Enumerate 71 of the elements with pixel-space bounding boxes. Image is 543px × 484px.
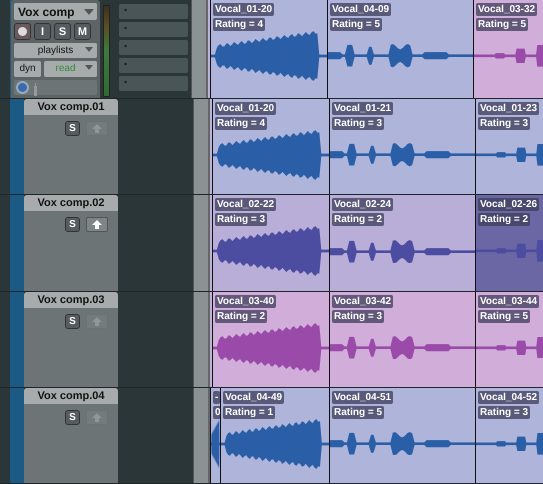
audio-clip[interactable]: Vocal_02-22 Rating = 3 [212, 195, 329, 290]
clip-rating: Rating = 5 [332, 406, 384, 419]
clip-name: Vocal_01-23 [478, 102, 540, 115]
audio-clip[interactable]: Vocal_04-49 Rating = 1 [220, 388, 329, 483]
track-name[interactable]: Vox comp [14, 4, 84, 19]
track-name-field[interactable]: Vox comp [14, 3, 97, 20]
audio-clip[interactable]: Vocal_01-20 Rating = 4 [212, 99, 329, 194]
input-button[interactable]: I [34, 23, 51, 40]
clip-name: Vocal_02-22 [215, 198, 276, 212]
audio-clip[interactable]: Vocal_04-09 Rating = 5 [327, 0, 473, 98]
clip-rating: Rating = 5 [476, 18, 528, 31]
playlist-name[interactable]: Vox comp.04 [24, 388, 118, 404]
clip-rating: Rating = 3 [332, 117, 384, 130]
audio-clip[interactable]: Vocal_02-26 Rating = 2 [475, 195, 543, 290]
record-button[interactable] [14, 23, 31, 40]
clip-rating: Rating = 3 [478, 117, 530, 130]
clip-rating: Rating = 3 [332, 310, 384, 322]
clip-rating: Rating = 5 [330, 18, 382, 31]
clip-name: Vocal_03-42 [332, 294, 394, 308]
audio-clip[interactable]: Vocal_03-42 Rating = 3 [329, 292, 475, 387]
solo-button[interactable]: S [65, 410, 80, 425]
dyn-button[interactable]: dyn [14, 60, 41, 77]
playlist-name[interactable]: Vox comp.01 [24, 99, 118, 115]
solo-button[interactable]: S [65, 217, 80, 232]
clip-name: Vocal_03-44 [478, 294, 540, 308]
clip-name: Vocal_03-32 [476, 3, 538, 16]
up-arrow-icon [92, 124, 102, 133]
clip-name: Vocal_04-51 [332, 390, 394, 404]
clock-icon[interactable] [16, 80, 29, 94]
clip-rating: Rating = 4 [213, 18, 266, 31]
clip-name: Vocal_04-49 [223, 390, 284, 404]
playlist-name[interactable]: Vox comp.02 [24, 195, 118, 212]
clip-name: Vocal_04-52 [478, 390, 540, 404]
audio-clip[interactable]: Vocal_01-20 Rating = 4 [210, 0, 327, 98]
audio-clip[interactable]: Vocal_03-40 Rating = 2 [212, 292, 329, 387]
audio-clip[interactable]: Vocal_04-52 Rating = 3 [475, 388, 543, 483]
mute-button[interactable]: M [74, 23, 91, 40]
clip-rating: Rating = 3 [478, 406, 530, 419]
clip-rating: Rating = 4 [215, 117, 268, 130]
clip-name: - [213, 390, 220, 404]
audio-clip[interactable]: Vocal_01-23 Rating = 3 [475, 99, 543, 194]
audio-clip[interactable]: Vocal_01-21 Rating = 3 [329, 99, 475, 194]
up-arrow-icon [92, 316, 102, 326]
audio-clip[interactable]: Vocal_03-44 Rating = 5 [475, 292, 543, 387]
promote-button[interactable] [86, 217, 108, 232]
clip-name: Vocal_01-20 [213, 3, 274, 16]
solo-button[interactable]: S [65, 121, 80, 136]
audio-clip[interactable]: Vocal_02-24 Rating = 2 [329, 195, 475, 290]
clip-name: Vocal_01-20 [215, 102, 276, 115]
playlist-name[interactable]: Vox comp.03 [24, 292, 118, 308]
solo-button[interactable]: S [54, 23, 71, 40]
clip-name: Vocal_04-09 [330, 3, 392, 16]
clip-rating: Rating = 2 [215, 310, 268, 322]
audio-clip[interactable]: Vocal_04-51 Rating = 5 [329, 388, 475, 483]
clip-name: Vocal_02-24 [332, 198, 394, 212]
clip-name: Vocal_01-21 [332, 102, 394, 115]
clip-rating: Rating = 2 [332, 213, 384, 226]
clip-rating: Rating = 5 [478, 310, 530, 322]
clip-name: Vocal_03-40 [215, 294, 276, 308]
audio-clip[interactable]: Vocal_03-32 Rating = 5 [473, 0, 543, 98]
clip-rating: Rating = 3 [215, 213, 268, 226]
audio-clip[interactable]: - 0 [210, 388, 220, 483]
up-arrow-icon [92, 412, 102, 422]
clip-rating: Rating = 2 [478, 213, 530, 226]
solo-button[interactable]: S [65, 314, 80, 328]
playlists-menu[interactable]: playlists [14, 43, 97, 58]
up-arrow-icon [92, 220, 102, 230]
dropdown-arrow-icon[interactable] [84, 8, 94, 15]
clip-rating: 0 [213, 406, 220, 419]
clip-rating: Rating = 1 [223, 406, 276, 419]
clip-name: Vocal_02-26 [478, 198, 540, 212]
